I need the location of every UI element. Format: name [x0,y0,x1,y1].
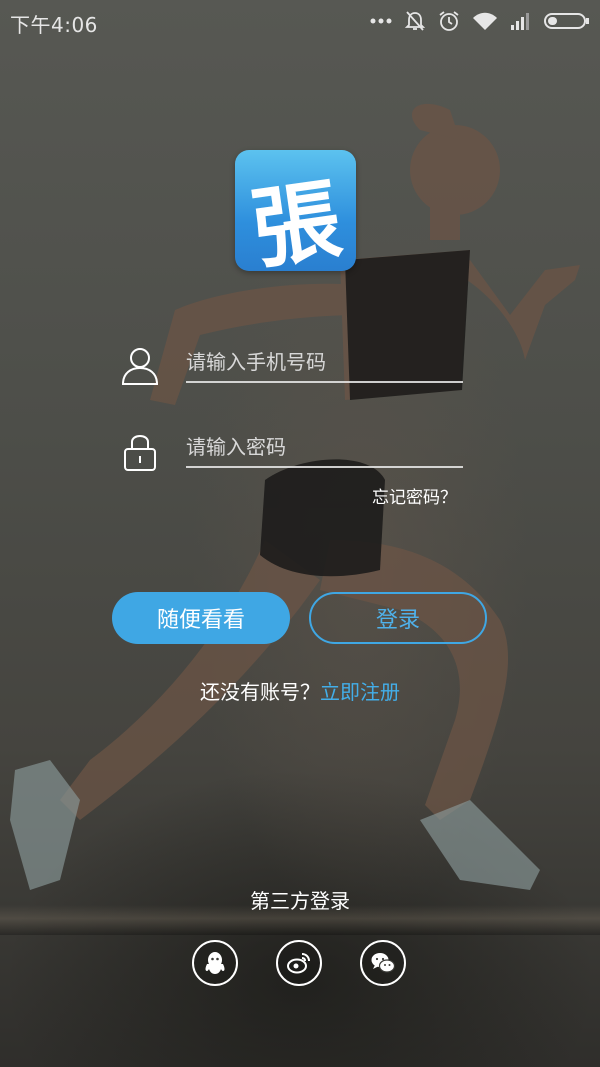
social-login-row [190,940,410,990]
battery-icon [544,13,589,29]
weibo-icon [287,953,310,974]
status-bar: 下午4:06 [0,0,600,42]
status-icons [370,9,590,33]
signal-icon [511,13,529,30]
more-dots-icon [370,18,392,24]
wifi-icon [473,12,497,30]
qq-login-button[interactable] [192,940,238,986]
third-party-title: 第三方登录 [250,889,350,913]
user-icon [121,348,159,385]
status-time: 下午4:06 [10,13,98,37]
lock-icon [124,435,156,471]
forgot-password-link[interactable]: 忘记密码？ [372,483,472,508]
phone-underline [186,381,463,383]
wechat-icon [371,953,396,973]
app-logo: 張 [235,150,356,271]
register-link[interactable]: 立即注册 [320,680,400,704]
phone-input[interactable] [186,344,462,380]
app-logo-glyph: 張 [245,166,348,271]
login-button[interactable]: 登录 [309,592,487,644]
mute-icon [404,11,426,31]
password-field [120,425,465,475]
weibo-login-button[interactable] [276,940,322,986]
browse-button[interactable]: 随便看看 [112,592,290,644]
password-input[interactable] [186,429,462,465]
register-prompt: 还没有账号？ [200,680,320,704]
qq-icon [205,952,225,974]
password-underline [186,466,463,468]
register-row: 还没有账号？立即注册 [0,676,600,705]
alarm-icon [439,11,459,31]
wechat-login-button[interactable] [360,940,406,986]
phone-field [120,340,465,390]
